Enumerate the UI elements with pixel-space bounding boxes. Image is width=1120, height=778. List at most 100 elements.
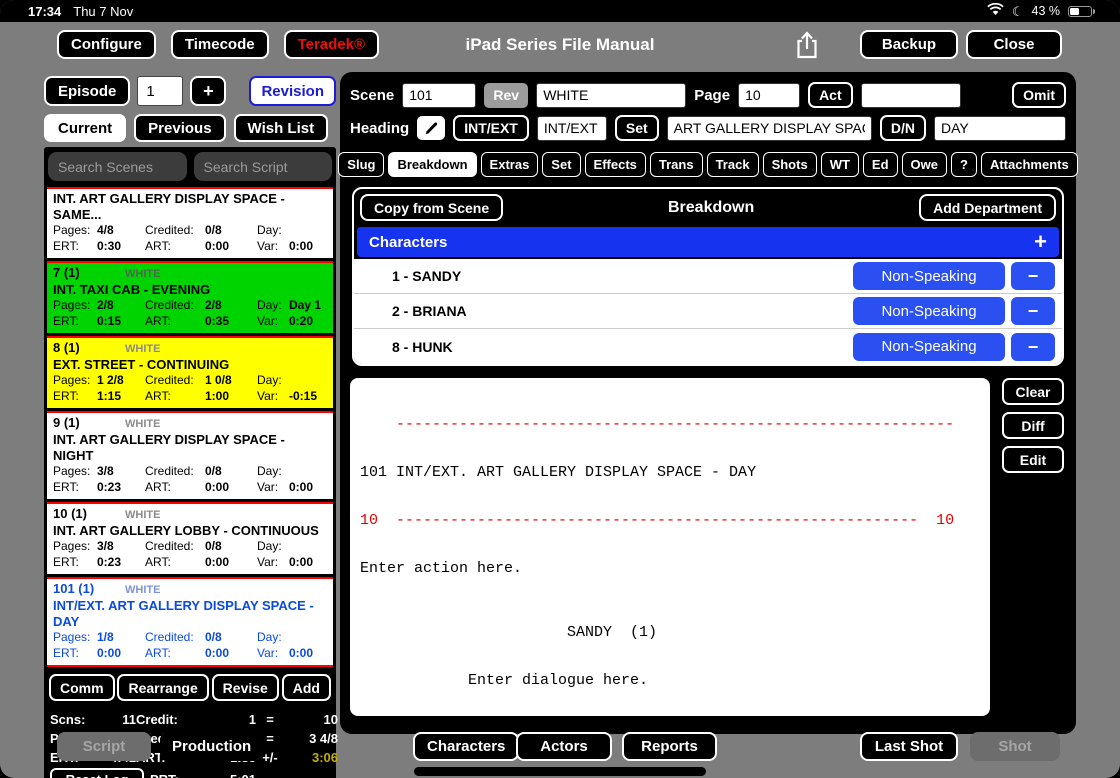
- battery-percentage: 43 %: [1032, 4, 1061, 18]
- characters-button[interactable]: Characters: [413, 732, 519, 761]
- add-episode-button[interactable]: +: [190, 76, 226, 106]
- production-button[interactable]: Production: [160, 732, 263, 761]
- omit-button[interactable]: Omit: [1012, 82, 1066, 108]
- character-row[interactable]: 2 - BRIANA Non-Speaking −: [354, 294, 1062, 329]
- characters-category-bar[interactable]: Characters +: [357, 227, 1059, 257]
- clear-button[interactable]: Clear: [1002, 378, 1064, 405]
- search-script-input[interactable]: [194, 152, 333, 181]
- comm-button[interactable]: Comm: [49, 674, 115, 701]
- var-label: Var:: [257, 646, 289, 662]
- tab-wish-list[interactable]: Wish List: [234, 114, 329, 142]
- clock: 17:34: [28, 4, 61, 19]
- scene-number: 7 (1): [53, 265, 125, 280]
- tab-extras[interactable]: Extras: [481, 152, 539, 177]
- day-night-button[interactable]: D/N: [880, 115, 926, 141]
- last-shot-button[interactable]: Last Shot: [860, 732, 958, 761]
- credited-label: Credited:: [145, 630, 205, 646]
- var-label: Var:: [257, 389, 289, 405]
- tab-set[interactable]: Set: [542, 152, 580, 177]
- pages-value: 3/8: [97, 539, 114, 553]
- var-value: 0:00: [289, 480, 313, 494]
- add-character-icon[interactable]: +: [1034, 231, 1047, 253]
- tab-effects[interactable]: Effects: [585, 152, 646, 177]
- tab-question[interactable]: ?: [951, 152, 977, 177]
- actors-button[interactable]: Actors: [516, 732, 612, 761]
- reports-button[interactable]: Reports: [622, 732, 717, 761]
- revision-color-field[interactable]: [536, 83, 686, 108]
- tab-ed[interactable]: Ed: [863, 152, 898, 177]
- home-indicator[interactable]: [414, 767, 706, 776]
- day-night-field[interactable]: [934, 116, 1066, 141]
- add-department-button[interactable]: Add Department: [919, 194, 1056, 221]
- character-row[interactable]: 8 - HUNK Non-Speaking −: [354, 329, 1062, 364]
- remove-character-icon[interactable]: −: [1011, 297, 1055, 325]
- edit-button[interactable]: Edit: [1002, 446, 1064, 473]
- character-row[interactable]: 1 - SANDY Non-Speaking −: [354, 259, 1062, 294]
- copy-from-scene-button[interactable]: Copy from Scene: [360, 194, 503, 221]
- tab-breakdown[interactable]: Breakdown: [388, 152, 476, 177]
- scene-list-item-selected[interactable]: 101 (1) WHITE INT/EXT. ART GALLERY DISPL…: [47, 577, 333, 667]
- day-label: Day:: [257, 630, 289, 646]
- scene-revision: WHITE: [125, 583, 160, 598]
- tab-trans[interactable]: Trans: [650, 152, 703, 177]
- tab-wt[interactable]: WT: [821, 152, 859, 177]
- page-number-field[interactable]: [738, 83, 800, 108]
- tab-track[interactable]: Track: [707, 152, 759, 177]
- tab-owe[interactable]: Owe: [902, 152, 947, 177]
- scene-title: EXT. STREET - CONTINUING: [53, 357, 327, 373]
- tab-attachments[interactable]: Attachments: [981, 152, 1078, 177]
- backup-button[interactable]: Backup: [860, 30, 958, 59]
- revise-button[interactable]: Revise: [212, 674, 279, 701]
- set-field[interactable]: [667, 116, 872, 141]
- credited-value: 0/8: [205, 223, 222, 237]
- character-name: 2 - BRIANA: [392, 303, 467, 319]
- close-button[interactable]: Close: [966, 30, 1062, 59]
- shot-button[interactable]: Shot: [970, 732, 1060, 761]
- tab-previous[interactable]: Previous: [134, 114, 225, 142]
- act-field[interactable]: [861, 83, 961, 108]
- do-not-disturb-icon: ☾: [1012, 5, 1024, 18]
- share-icon[interactable]: [788, 28, 826, 62]
- character-name: 8 - HUNK: [392, 339, 453, 355]
- scene-list-item[interactable]: 8 (1) WHITE EXT. STREET - CONTINUING Pag…: [47, 336, 333, 408]
- rev-button[interactable]: Rev: [484, 83, 528, 108]
- script-character-cue: SANDY (1): [360, 625, 990, 641]
- revision-button[interactable]: Revision: [249, 76, 336, 106]
- scene-list-item[interactable]: INT. ART GALLERY DISPLAY SPACE - SAME...…: [47, 187, 333, 258]
- battery-icon: [1068, 6, 1092, 17]
- episode-button[interactable]: Episode: [44, 76, 130, 106]
- tab-slug[interactable]: Slug: [338, 152, 384, 177]
- diff-button[interactable]: Diff: [1002, 412, 1064, 439]
- scene-list-item[interactable]: 9 (1) WHITE INT. ART GALLERY DISPLAY SPA…: [47, 411, 333, 499]
- day-label: Day:: [257, 373, 289, 389]
- act-button[interactable]: Act: [808, 82, 853, 108]
- breakdown-title: Breakdown: [503, 199, 919, 217]
- remove-character-icon[interactable]: −: [1011, 333, 1055, 361]
- character-name: 1 - SANDY: [392, 268, 461, 284]
- add-scene-button[interactable]: Add: [282, 674, 331, 701]
- scene-detail-panel: Scene Rev Page Act Omit Heading INT/EXT …: [340, 72, 1076, 734]
- remove-character-icon[interactable]: −: [1011, 262, 1055, 290]
- script-preview[interactable]: ----------------------------------------…: [350, 378, 990, 716]
- int-ext-field[interactable]: [537, 116, 607, 141]
- edit-heading-icon[interactable]: [417, 116, 445, 140]
- breakdown-box: Copy from Scene Breakdown Add Department…: [352, 187, 1064, 366]
- scene-number-line: 10 -------------------------------------…: [360, 513, 990, 529]
- scene-list-item[interactable]: 7 (1) WHITE INT. TAXI CAB - EVENING Page…: [47, 261, 333, 333]
- scene-number-field[interactable]: [402, 83, 476, 108]
- ert-value: 0:15: [97, 314, 121, 328]
- int-ext-button[interactable]: INT/EXT: [453, 115, 529, 141]
- pencil-icon: [424, 121, 439, 136]
- speaking-type-button[interactable]: Non-Speaking: [853, 262, 1005, 290]
- rearrange-button[interactable]: Rearrange: [117, 674, 208, 701]
- scene-number: 9 (1): [53, 415, 125, 430]
- episode-number-field[interactable]: [137, 76, 183, 106]
- script-button[interactable]: Script: [57, 732, 151, 761]
- search-scenes-input[interactable]: [48, 152, 187, 181]
- set-button[interactable]: Set: [615, 115, 659, 141]
- tab-shots[interactable]: Shots: [763, 152, 817, 177]
- tab-current[interactable]: Current: [44, 114, 126, 142]
- speaking-type-button[interactable]: Non-Speaking: [853, 297, 1005, 325]
- scene-list-item[interactable]: 10 (1) WHITE INT. ART GALLERY LOBBY - CO…: [47, 502, 333, 574]
- speaking-type-button[interactable]: Non-Speaking: [853, 333, 1005, 361]
